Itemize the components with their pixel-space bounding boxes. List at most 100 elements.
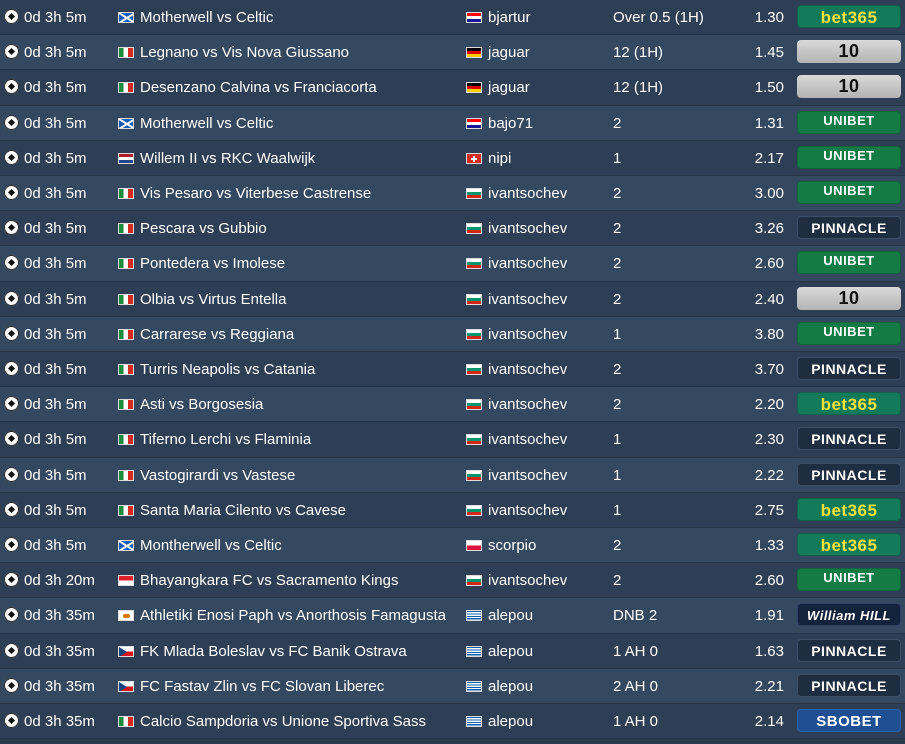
match-name[interactable]: Athletiki Enosi Paph vs Anorthosis Famag… <box>140 607 446 624</box>
match-name[interactable]: Santa Maria Cilento vs Cavese <box>140 502 346 519</box>
tipster-name[interactable]: ivantsochev <box>488 502 567 519</box>
bookmaker-cell[interactable]: PINNACLE <box>797 211 903 246</box>
bookmaker-logo-pinnacle[interactable]: PINNACLE <box>797 462 901 486</box>
bookmaker-logo-pinnacle[interactable]: PINNACLE <box>797 427 901 451</box>
bookmaker-cell[interactable]: SBOBET <box>797 704 903 739</box>
match-cell[interactable]: Calcio Sampdoria vs Unione Sportiva Sass <box>118 704 458 739</box>
match-name[interactable]: Tiferno Lerchi vs Flaminia <box>140 431 311 448</box>
tipster-name[interactable]: jaguar <box>488 44 530 61</box>
match-cell[interactable]: Desenzano Calvina vs Franciacorta <box>118 70 458 105</box>
match-cell[interactable]: Legnano vs Vis Nova Giussano <box>118 35 458 70</box>
match-cell[interactable]: Vastogirardi vs Vastese <box>118 458 458 493</box>
tipster-name[interactable]: ivantsochev <box>488 255 567 272</box>
table-row[interactable]: 0d 3h 5m Asti vs Borgosesia ivantsochev 2 2.… <box>0 387 905 423</box>
bookmaker-cell[interactable]: PINNACLE <box>797 669 903 704</box>
bookmaker-cell[interactable]: William HILL <box>797 598 903 633</box>
table-row[interactable]: 0d 3h 5m Tiferno Lerchi vs Flaminia ivants… <box>0 422 905 458</box>
tipster-name[interactable]: jaguar <box>488 79 530 96</box>
bookmaker-cell[interactable]: PINNACLE <box>797 634 903 669</box>
tipster-cell[interactable]: alepou <box>466 669 606 704</box>
tipster-name[interactable]: ivantsochev <box>488 467 567 484</box>
bookmaker-cell[interactable]: 10 <box>797 282 903 317</box>
tipster-cell[interactable]: jaguar <box>466 70 606 105</box>
tipster-name[interactable]: alepou <box>488 643 533 660</box>
tipster-cell[interactable]: alepou <box>466 598 606 633</box>
bookmaker-cell[interactable]: UNIBET <box>797 246 903 281</box>
table-row[interactable]: 0d 3h 35m Athletiki Enosi Paph vs Anortho… <box>0 598 905 634</box>
tipster-name[interactable]: ivantsochev <box>488 361 567 378</box>
bookmaker-logo-unibet[interactable]: UNIBET <box>797 568 901 592</box>
tipster-name[interactable]: ivantsochev <box>488 220 567 237</box>
match-name[interactable]: Montherwell vs Celtic <box>140 537 282 554</box>
match-name[interactable]: Bhayangkara FC vs Sacramento Kings <box>140 572 398 589</box>
bookmaker-cell[interactable]: bet365 <box>797 528 903 563</box>
table-row[interactable]: 0d 3h 20m Bhayangkara FC vs Sacramento Ki… <box>0 563 905 599</box>
tipster-name[interactable]: nipi <box>488 150 511 167</box>
bookmaker-logo-pinnacle[interactable]: PINNACLE <box>797 638 901 662</box>
tipster-cell[interactable]: nipi <box>466 141 606 176</box>
match-cell[interactable]: FC Fastav Zlin vs FC Slovan Liberec <box>118 669 458 704</box>
tipster-name[interactable]: ivantsochev <box>488 396 567 413</box>
table-row[interactable]: 0d 3h 5m Carrarese vs Reggiana ivantsochev… <box>0 316 905 352</box>
tipster-name[interactable]: ivantsochev <box>488 291 567 308</box>
table-row[interactable]: 0d 3h 5m Santa Maria Cilento vs Cavese iva… <box>0 492 905 528</box>
match-cell[interactable]: Athletiki Enosi Paph vs Anorthosis Famag… <box>118 598 458 633</box>
tipster-cell[interactable]: alepou <box>466 704 606 739</box>
tipster-cell[interactable]: alepou <box>466 634 606 669</box>
table-row[interactable]: 0d 3h 5m Pontedera vs Imolese ivantsochev 2… <box>0 246 905 282</box>
match-cell[interactable]: Carrarese vs Reggiana <box>118 317 458 352</box>
bookmaker-logo-bet365[interactable]: bet365 <box>797 533 901 556</box>
tipster-cell[interactable]: ivantsochev <box>466 176 606 211</box>
match-name[interactable]: Pescara vs Gubbio <box>140 220 267 237</box>
match-cell[interactable]: Pescara vs Gubbio <box>118 211 458 246</box>
tipster-name[interactable]: bjartur <box>488 9 531 26</box>
tipster-cell[interactable]: ivantsochev <box>466 246 606 281</box>
match-cell[interactable]: Montherwell vs Celtic <box>118 528 458 563</box>
match-cell[interactable]: Olbia vs Virtus Entella <box>118 282 458 317</box>
tipster-cell[interactable]: ivantsochev <box>466 422 606 457</box>
bookmaker-cell[interactable]: PINNACLE <box>797 422 903 457</box>
tipster-cell[interactable]: ivantsochev <box>466 352 606 387</box>
tipster-name[interactable]: ivantsochev <box>488 326 567 343</box>
match-cell[interactable]: Vis Pesaro vs Viterbese Castrense <box>118 176 458 211</box>
bookmaker-logo-pinnacle[interactable]: PINNACLE <box>797 357 901 380</box>
match-name[interactable]: FK Mlada Boleslav vs FC Banik Ostrava <box>140 643 407 660</box>
tipster-name[interactable]: ivantsochev <box>488 572 567 589</box>
tipster-cell[interactable]: ivantsochev <box>466 458 606 493</box>
table-row[interactable]: 0d 3h 5m Motherwell vs Celtic bjartur Over … <box>0 0 905 36</box>
tipster-cell[interactable]: ivantsochev <box>466 493 606 528</box>
match-name[interactable]: Olbia vs Virtus Entella <box>140 291 286 308</box>
bookmaker-logo-10bet[interactable]: 10 <box>797 40 901 64</box>
tipster-cell[interactable]: bjartur <box>466 0 606 35</box>
table-row[interactable]: 0d 3h 5m Vastogirardi vs Vastese ivantsoch… <box>0 457 905 493</box>
bookmaker-logo-williamhill[interactable]: William HILL <box>797 603 901 627</box>
bookmaker-logo-unibet[interactable]: UNIBET <box>797 145 901 169</box>
table-row[interactable]: 0d 3h 5m Olbia vs Virtus Entella ivantsoch… <box>0 281 905 317</box>
match-cell[interactable]: FK Mlada Boleslav vs FC Banik Ostrava <box>118 634 458 669</box>
bookmaker-logo-bet365[interactable]: bet365 <box>797 5 901 28</box>
bookmaker-cell[interactable]: UNIBET <box>797 141 903 176</box>
tipster-name[interactable]: scorpio <box>488 537 536 554</box>
bookmaker-cell[interactable]: PINNACLE <box>797 352 903 387</box>
tipster-name[interactable]: bajo71 <box>488 115 533 132</box>
match-name[interactable]: Motherwell vs Celtic <box>140 9 273 26</box>
bookmaker-cell[interactable]: bet365 <box>797 0 903 35</box>
table-row[interactable]: 0d 3h 35m FC Fastav Zlin vs FC Slovan Lib… <box>0 668 905 704</box>
tipster-cell[interactable]: bajo71 <box>466 106 606 141</box>
tipster-cell[interactable]: ivantsochev <box>466 211 606 246</box>
match-cell[interactable]: Santa Maria Cilento vs Cavese <box>118 493 458 528</box>
table-row[interactable]: 0d 3h 5m Turris Neapolis vs Catania ivants… <box>0 352 905 388</box>
match-cell[interactable]: Bhayangkara FC vs Sacramento Kings <box>118 563 458 598</box>
match-name[interactable]: Motherwell vs Celtic <box>140 115 273 132</box>
match-name[interactable]: Desenzano Calvina vs Franciacorta <box>140 79 377 96</box>
tipster-cell[interactable]: scorpio <box>466 528 606 563</box>
tipster-name[interactable]: ivantsochev <box>488 431 567 448</box>
match-name[interactable]: Willem II vs RKC Waalwijk <box>140 150 315 167</box>
bookmaker-logo-pinnacle[interactable]: PINNACLE <box>797 673 901 697</box>
match-name[interactable]: FC Fastav Zlin vs FC Slovan Liberec <box>140 678 384 695</box>
match-name[interactable]: Carrarese vs Reggiana <box>140 326 294 343</box>
bookmaker-cell[interactable]: UNIBET <box>797 563 903 598</box>
match-name[interactable]: Calcio Sampdoria vs Unione Sportiva Sass <box>140 713 426 730</box>
tipster-name[interactable]: alepou <box>488 678 533 695</box>
tipster-cell[interactable]: ivantsochev <box>466 282 606 317</box>
